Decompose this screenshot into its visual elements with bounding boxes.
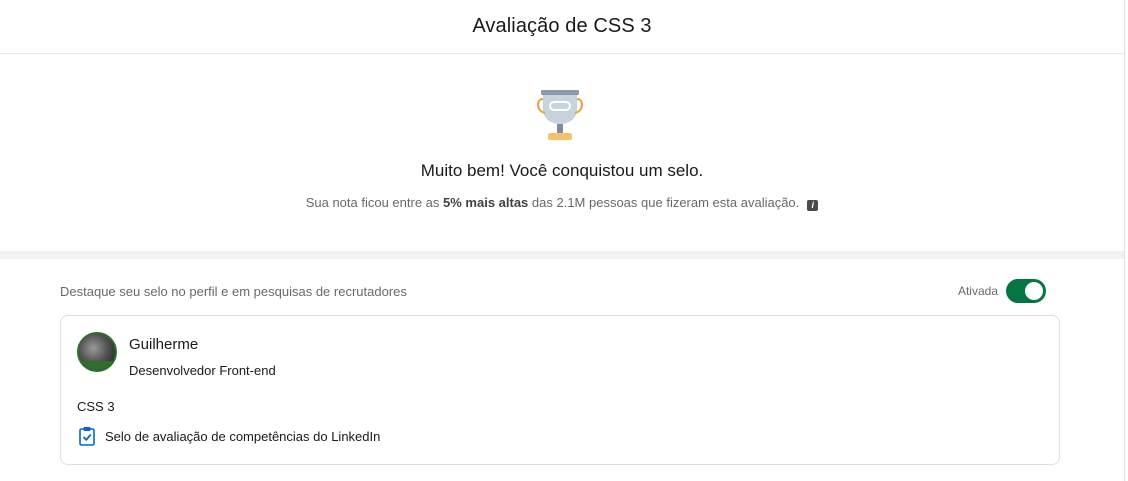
note-highlight: 5% mais altas [443, 195, 529, 210]
feature-badge-toggle[interactable] [1006, 279, 1046, 303]
feature-toggle-group: Ativada [958, 279, 1046, 303]
modal-header: Avaliação de CSS 3 [0, 0, 1124, 54]
note-prefix: Sua nota ficou entre as [305, 195, 444, 210]
clipboard-check-icon [79, 427, 95, 446]
badge-preview-card: Guilherme Desenvolvedor Front-end CSS 3 … [60, 315, 1060, 465]
feature-badge-row: Destaque seu selo no perfil e em pesquis… [60, 279, 1046, 303]
feature-badge-label: Destaque seu selo no perfil e em pesquis… [60, 283, 407, 299]
result-note: Sua nota ficou entre as 5% mais altas da… [0, 195, 1124, 211]
toggle-state-label: Ativada [957, 284, 998, 298]
profile-name: Guilherme [129, 336, 199, 353]
toggle-knob [1025, 282, 1043, 300]
section-divider [0, 251, 1124, 259]
result-heading: Muito bem! Você conquistou um selo. [420, 161, 704, 180]
result-hero: Muito bem! Você conquistou um selo. Sua … [0, 54, 1124, 251]
profile-headline: Desenvolvedor Front-end [129, 363, 276, 378]
assessment-result-panel: Avaliação de CSS 3 Muito bem! Você conqu… [0, 0, 1125, 481]
info-icon[interactable]: i [807, 200, 819, 211]
page-title: Avaliação de CSS 3 [472, 15, 652, 37]
avatar [77, 332, 117, 372]
badge-text: Selo de avaliação de competências do Lin… [105, 428, 381, 444]
note-suffix: das 2.1M pessoas que fizeram esta avalia… [528, 195, 800, 210]
trophy-icon [537, 90, 583, 140]
badge-row: Selo de avaliação de competências do Lin… [79, 426, 380, 446]
skill-name: CSS 3 [77, 399, 115, 414]
badge-section: Destaque seu selo no perfil e em pesquis… [0, 259, 1124, 481]
